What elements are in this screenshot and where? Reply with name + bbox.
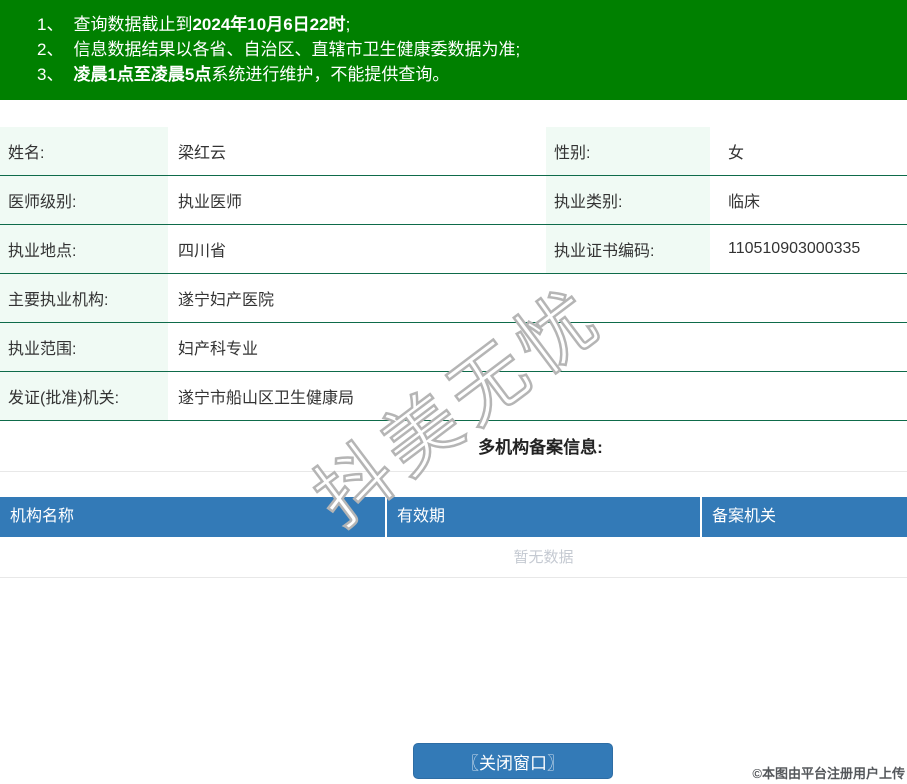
scope-label: 执业范围: (0, 323, 168, 371)
notice-text: 查询数据截止到 (73, 15, 193, 34)
notice-line-3: 3、 凌晨1点至凌晨5点系统进行维护，不能提供查询。 (37, 62, 907, 87)
section-divider (0, 471, 907, 472)
column-header-validity: 有效期 (387, 497, 700, 537)
cert-number-value: 110510903000335 (728, 240, 861, 257)
notice-line-2: 2、 信息数据结果以各省、自治区、直辖市卫生健康委数据为准; (37, 37, 907, 62)
footer-credit-text: ©本图由平台注册用户上传 (752, 766, 905, 781)
notice-number: 1、 (37, 15, 64, 34)
authority-label: 发证(批准)机关: (0, 372, 168, 420)
notice-number: 2、 (37, 40, 64, 59)
notice-text-bold: 2024年10月6日22时 (192, 15, 346, 34)
notice-banner: 1、 查询数据截止到2024年10月6日22时; 2、 信息数据结果以各省、自治区、… (0, 0, 907, 100)
authority-value: 遂宁市船山区卫生健康局 (178, 390, 355, 407)
empty-data-placeholder: 暂无数据 (0, 538, 907, 578)
notice-line-1: 1、 查询数据截止到2024年10月6日22时; (37, 12, 907, 37)
notice-text: 信息数据结果以各省、自治区、直辖市卫生健康委数据为准; (73, 40, 521, 59)
notice-text: ; (345, 15, 351, 34)
level-value: 执业医师 (178, 194, 243, 211)
name-value: 梁红云 (178, 145, 227, 162)
notice-text: 系统进行维护，不能提供查询。 (211, 65, 450, 84)
multi-org-section-title: 多机构备案信息: (478, 438, 603, 457)
table-row-main-org: 主要执业机构: 遂宁妇产医院 (0, 274, 907, 323)
notice-number: 3、 (37, 65, 64, 84)
doctor-info-table: 姓名: 梁红云 性别: 女 医师级别: 执业医师 执业类别: 临床 执业地点: … (0, 127, 907, 421)
name-label: 姓名: (0, 127, 168, 175)
multi-org-table-header: 机构名称 有效期 备案机关 (0, 497, 907, 537)
category-value: 临床 (728, 194, 761, 211)
location-value: 四川省 (178, 243, 227, 260)
table-row-authority: 发证(批准)机关: 遂宁市船山区卫生健康局 (0, 372, 907, 421)
scope-value: 妇产科专业 (178, 341, 259, 358)
gender-value: 女 (728, 145, 745, 162)
location-label: 执业地点: (0, 225, 168, 273)
main-org-value: 遂宁妇产医院 (178, 292, 275, 309)
notice-text-bold: 凌晨1点至凌晨5点 (73, 65, 212, 84)
table-row-level-category: 医师级别: 执业医师 执业类别: 临床 (0, 176, 907, 225)
table-row-location-cert: 执业地点: 四川省 执业证书编码: 110510903000335 (0, 225, 907, 274)
close-window-button[interactable]: 〖关闭窗口〗 (413, 743, 613, 779)
table-row-name-gender: 姓名: 梁红云 性别: 女 (0, 127, 907, 176)
cert-number-label: 执业证书编码: (546, 225, 710, 273)
table-row-scope: 执业范围: 妇产科专业 (0, 323, 907, 372)
gender-label: 性别: (546, 127, 710, 175)
column-header-filing-authority: 备案机关 (702, 497, 907, 537)
main-org-label: 主要执业机构: (0, 274, 168, 322)
column-header-org-name: 机构名称 (0, 497, 385, 537)
category-label: 执业类别: (546, 176, 710, 224)
level-label: 医师级别: (0, 176, 168, 224)
